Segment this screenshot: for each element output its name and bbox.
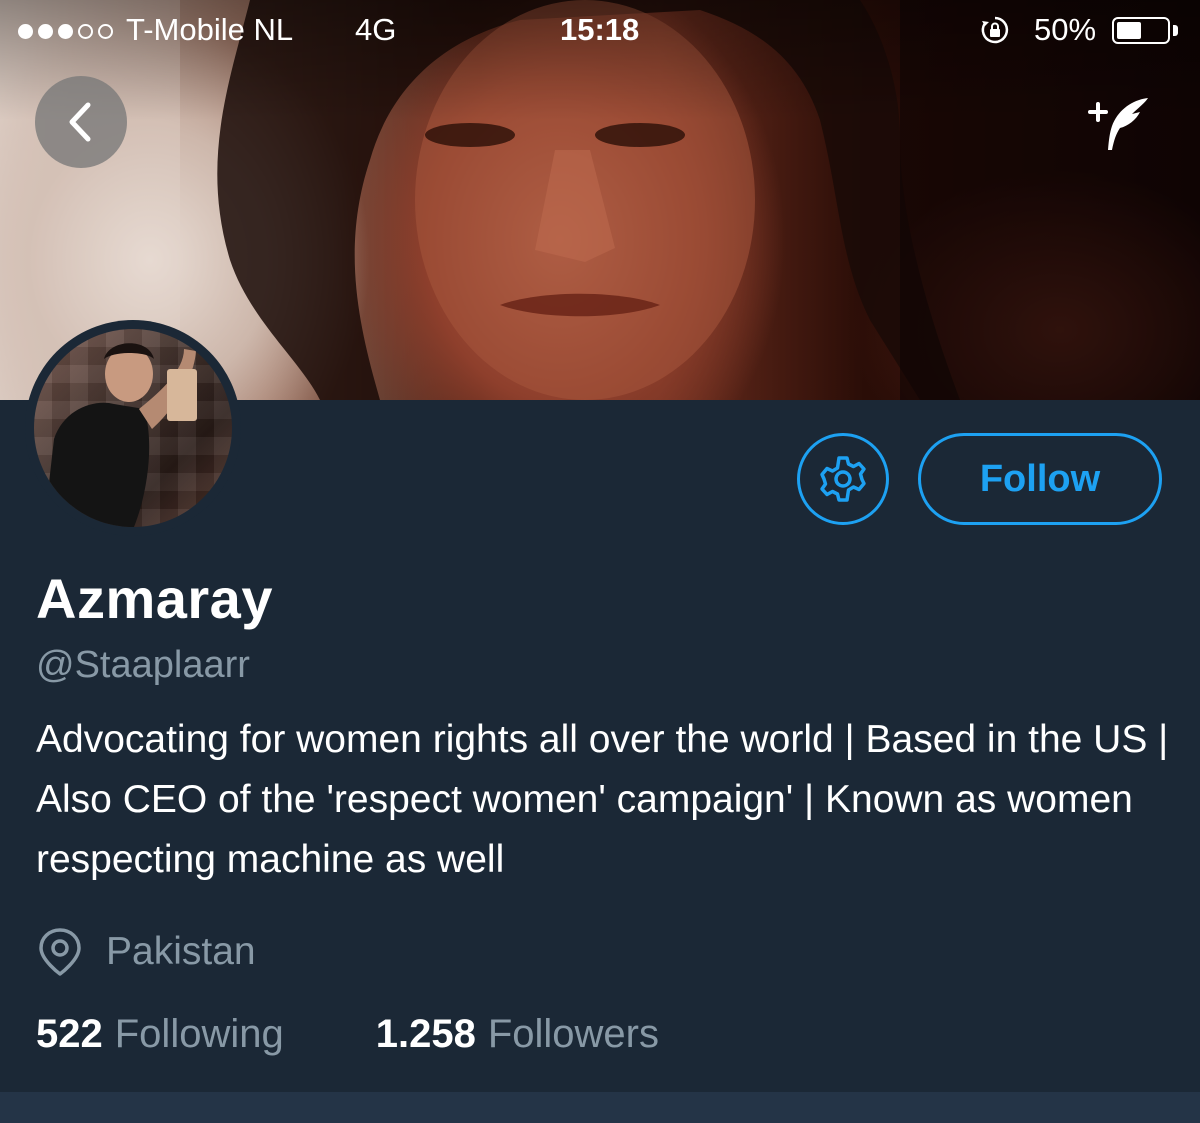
back-button[interactable] (35, 76, 127, 168)
avatar-figure-art (44, 343, 197, 527)
followers-stat[interactable]: 1.258 Followers (376, 1012, 659, 1057)
battery-percentage: 50% (1034, 12, 1097, 47)
rotation-lock-icon (981, 16, 1009, 44)
status-bar: T-Mobile NL 4G 15:18 50% (0, 0, 1200, 62)
follow-button[interactable]: Follow (918, 433, 1162, 525)
profile-avatar[interactable] (25, 320, 241, 536)
profile-display-name: Azmaray (36, 567, 273, 630)
chevron-left-icon (69, 102, 91, 142)
signal-dot (78, 23, 93, 39)
tab-bar-edge (0, 1092, 1200, 1123)
settings-button[interactable] (797, 433, 889, 525)
signal-strength-icon (18, 14, 113, 48)
signal-dot (38, 23, 53, 39)
carrier-name: T-Mobile NL (126, 12, 294, 47)
signal-dot (18, 23, 33, 39)
profile-bio: Advocating for women rights all over the… (36, 718, 1169, 881)
following-count: 522 (36, 1012, 103, 1056)
following-stat[interactable]: 522 Following (36, 1012, 284, 1057)
gear-icon (820, 456, 866, 502)
profile-screen: T-Mobile NL 4G 15:18 50% Follow Azmaray … (0, 0, 1200, 1123)
status-time: 15:18 (560, 12, 640, 47)
signal-dot (58, 23, 73, 39)
followers-label: Followers (487, 1012, 659, 1056)
battery-terminal (1173, 25, 1178, 36)
following-label: Following (114, 1012, 284, 1056)
battery-icon (1112, 17, 1170, 44)
network-type: 4G (355, 12, 397, 47)
compose-tweet-icon[interactable] (1084, 94, 1154, 154)
avatar-photo (34, 329, 232, 527)
profile-handle: @Staaplaarr (36, 644, 250, 686)
followers-count: 1.258 (375, 1012, 476, 1056)
battery-level-fill (1117, 22, 1141, 39)
location-pin-icon (39, 928, 81, 976)
profile-stats: 522 Following 1.258 Followers (36, 1012, 659, 1057)
profile-location: Pakistan (36, 924, 256, 980)
location-text: Pakistan (106, 930, 256, 973)
signal-dot (98, 23, 113, 39)
follow-button-label: Follow (979, 457, 1101, 500)
